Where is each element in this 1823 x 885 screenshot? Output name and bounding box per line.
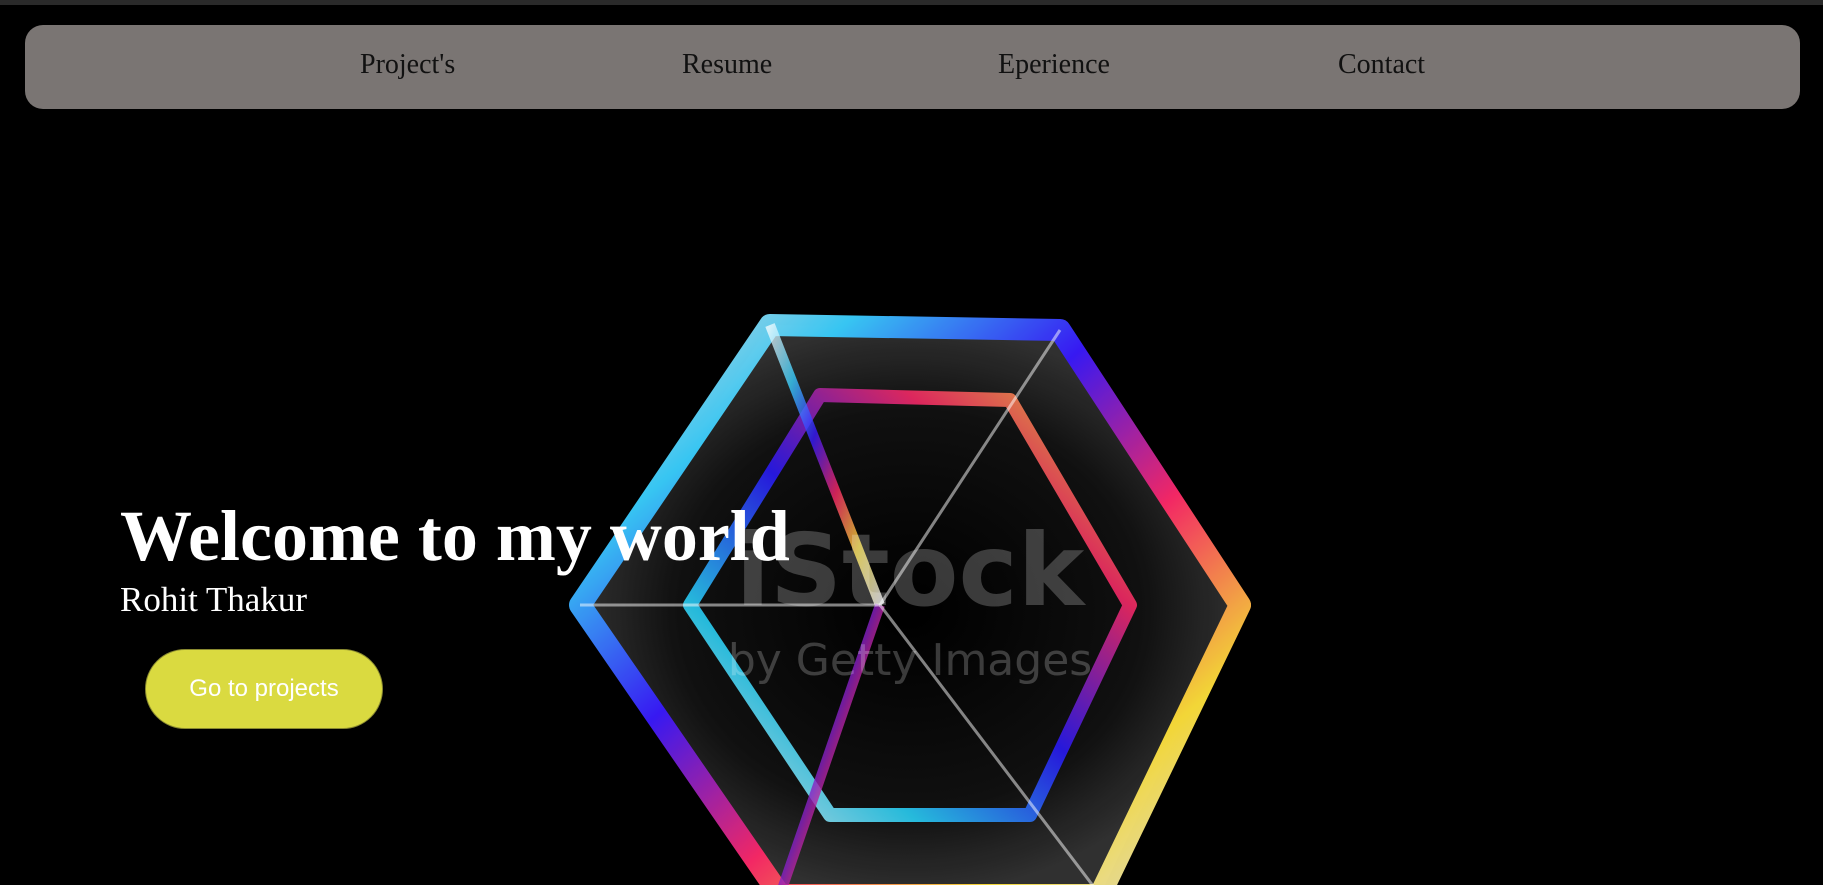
hero-cube-image: iStock by Getty Images <box>560 305 1260 885</box>
hero-title: Welcome to my world <box>120 496 790 576</box>
hero-subtitle: Rohit Thakur <box>120 580 307 619</box>
top-navbar: Project's Resume Eperience Contact <box>25 25 1800 109</box>
nav-link-experience[interactable]: Eperience <box>998 49 1110 81</box>
nav-link-resume[interactable]: Resume <box>682 49 772 81</box>
watermark-sub: by Getty Images <box>728 635 1092 686</box>
nav-link-contact[interactable]: Contact <box>1338 49 1425 81</box>
go-to-projects-button[interactable]: Go to projects <box>145 649 383 729</box>
nav-link-projects[interactable]: Project's <box>360 49 455 81</box>
prismatic-cube-graphic: iStock by Getty Images <box>569 314 1251 885</box>
page: Project's Resume Eperience Contact iStoc… <box>0 0 1823 885</box>
